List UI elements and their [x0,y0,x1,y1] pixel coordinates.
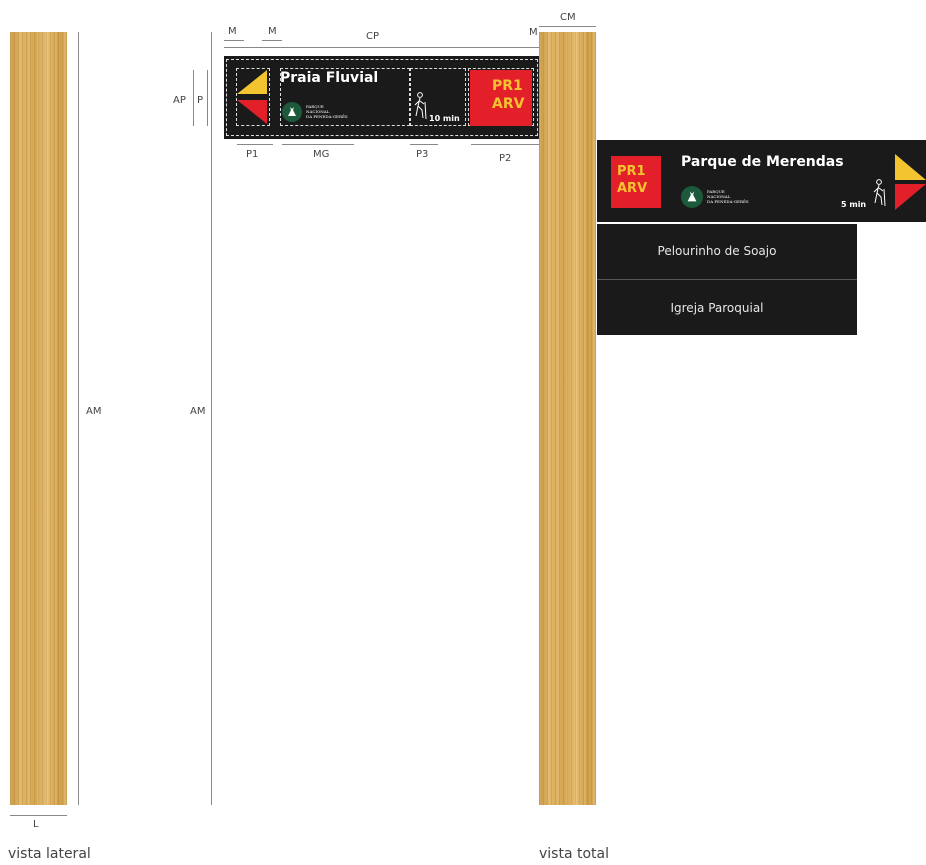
deer-logo-icon [282,102,302,122]
label-cm: CM [560,12,576,23]
label-p3: P3 [416,149,429,160]
dimension-line-m2 [262,40,282,41]
post-side-view [10,32,67,805]
label-p1: P1 [246,149,259,160]
hiker-icon [414,92,427,120]
big-sign-time: 5 min [841,200,867,209]
deer-logo-icon [681,186,703,208]
big-route-code-line2: ARV [617,181,648,196]
big-sign: PR1 ARV Parque de Merendas PARQUE NACION… [597,140,926,222]
sign-row-2: Igreja Paroquial [597,280,857,335]
dimension-line-p3 [410,144,438,145]
dimension-line-am-left [78,32,79,805]
dimension-line-p [207,70,208,126]
dimension-line-ap [193,70,194,126]
dimension-line-mg [282,144,354,145]
big-park-logo: PARQUE NACIONAL DA PENEDA-GERÊS [681,186,771,210]
caption-total-view: vista total [539,846,609,862]
label-p2: P2 [499,153,512,164]
yellow-red-arrow-icon [237,70,267,124]
small-route-code-line2: ARV [492,96,525,112]
label-cp: CP [366,31,380,42]
label-m1: M [228,26,237,37]
dimension-line-cm [539,26,596,27]
dimension-line-l [10,815,67,816]
label-am-mid: AM [190,406,206,417]
yellow-red-arrow-icon [895,154,926,210]
sign-row-2-label: Igreja Paroquial [670,301,764,315]
hiker-icon [873,179,886,207]
label-am-left: AM [86,406,102,417]
dimension-line-cp [224,47,540,48]
dimension-line-p1 [237,144,273,145]
label-p: P [197,95,204,106]
post-total-view [539,32,596,805]
label-m2: M [268,26,277,37]
label-mg: MG [313,149,330,160]
small-route-code-line1: PR1 [492,78,523,94]
caption-side-view: vista lateral [8,846,91,862]
dimension-line-p2 [471,144,539,145]
sign-row-1-label: Pelourinho de Soajo [657,244,777,258]
big-route-code-line1: PR1 [617,164,646,179]
label-l: L [33,819,39,830]
small-sign: Praia Fluvial PARQUE NACIONAL DA PENEDA-… [224,56,540,139]
small-sign-title: Praia Fluvial [280,70,379,86]
small-route-badge: PR1 ARV [470,70,532,126]
park-logo-line3: DA PENEDA-GERÊS [306,114,348,119]
big-sign-title: Parque de Merendas [681,154,844,170]
label-m3: M [529,27,538,38]
big-park-logo-line3: DA PENEDA-GERÊS [707,199,749,204]
big-route-badge: PR1 ARV [611,156,661,208]
small-sign-time: 10 min [429,114,460,123]
label-ap: AP [173,95,186,106]
park-logo: PARQUE NACIONAL DA PENEDA-GERÊS [282,102,362,124]
sign-row-1: Pelourinho de Soajo [597,224,857,279]
dimension-line-m1 [224,40,244,41]
dimension-line-am-mid [211,32,212,805]
